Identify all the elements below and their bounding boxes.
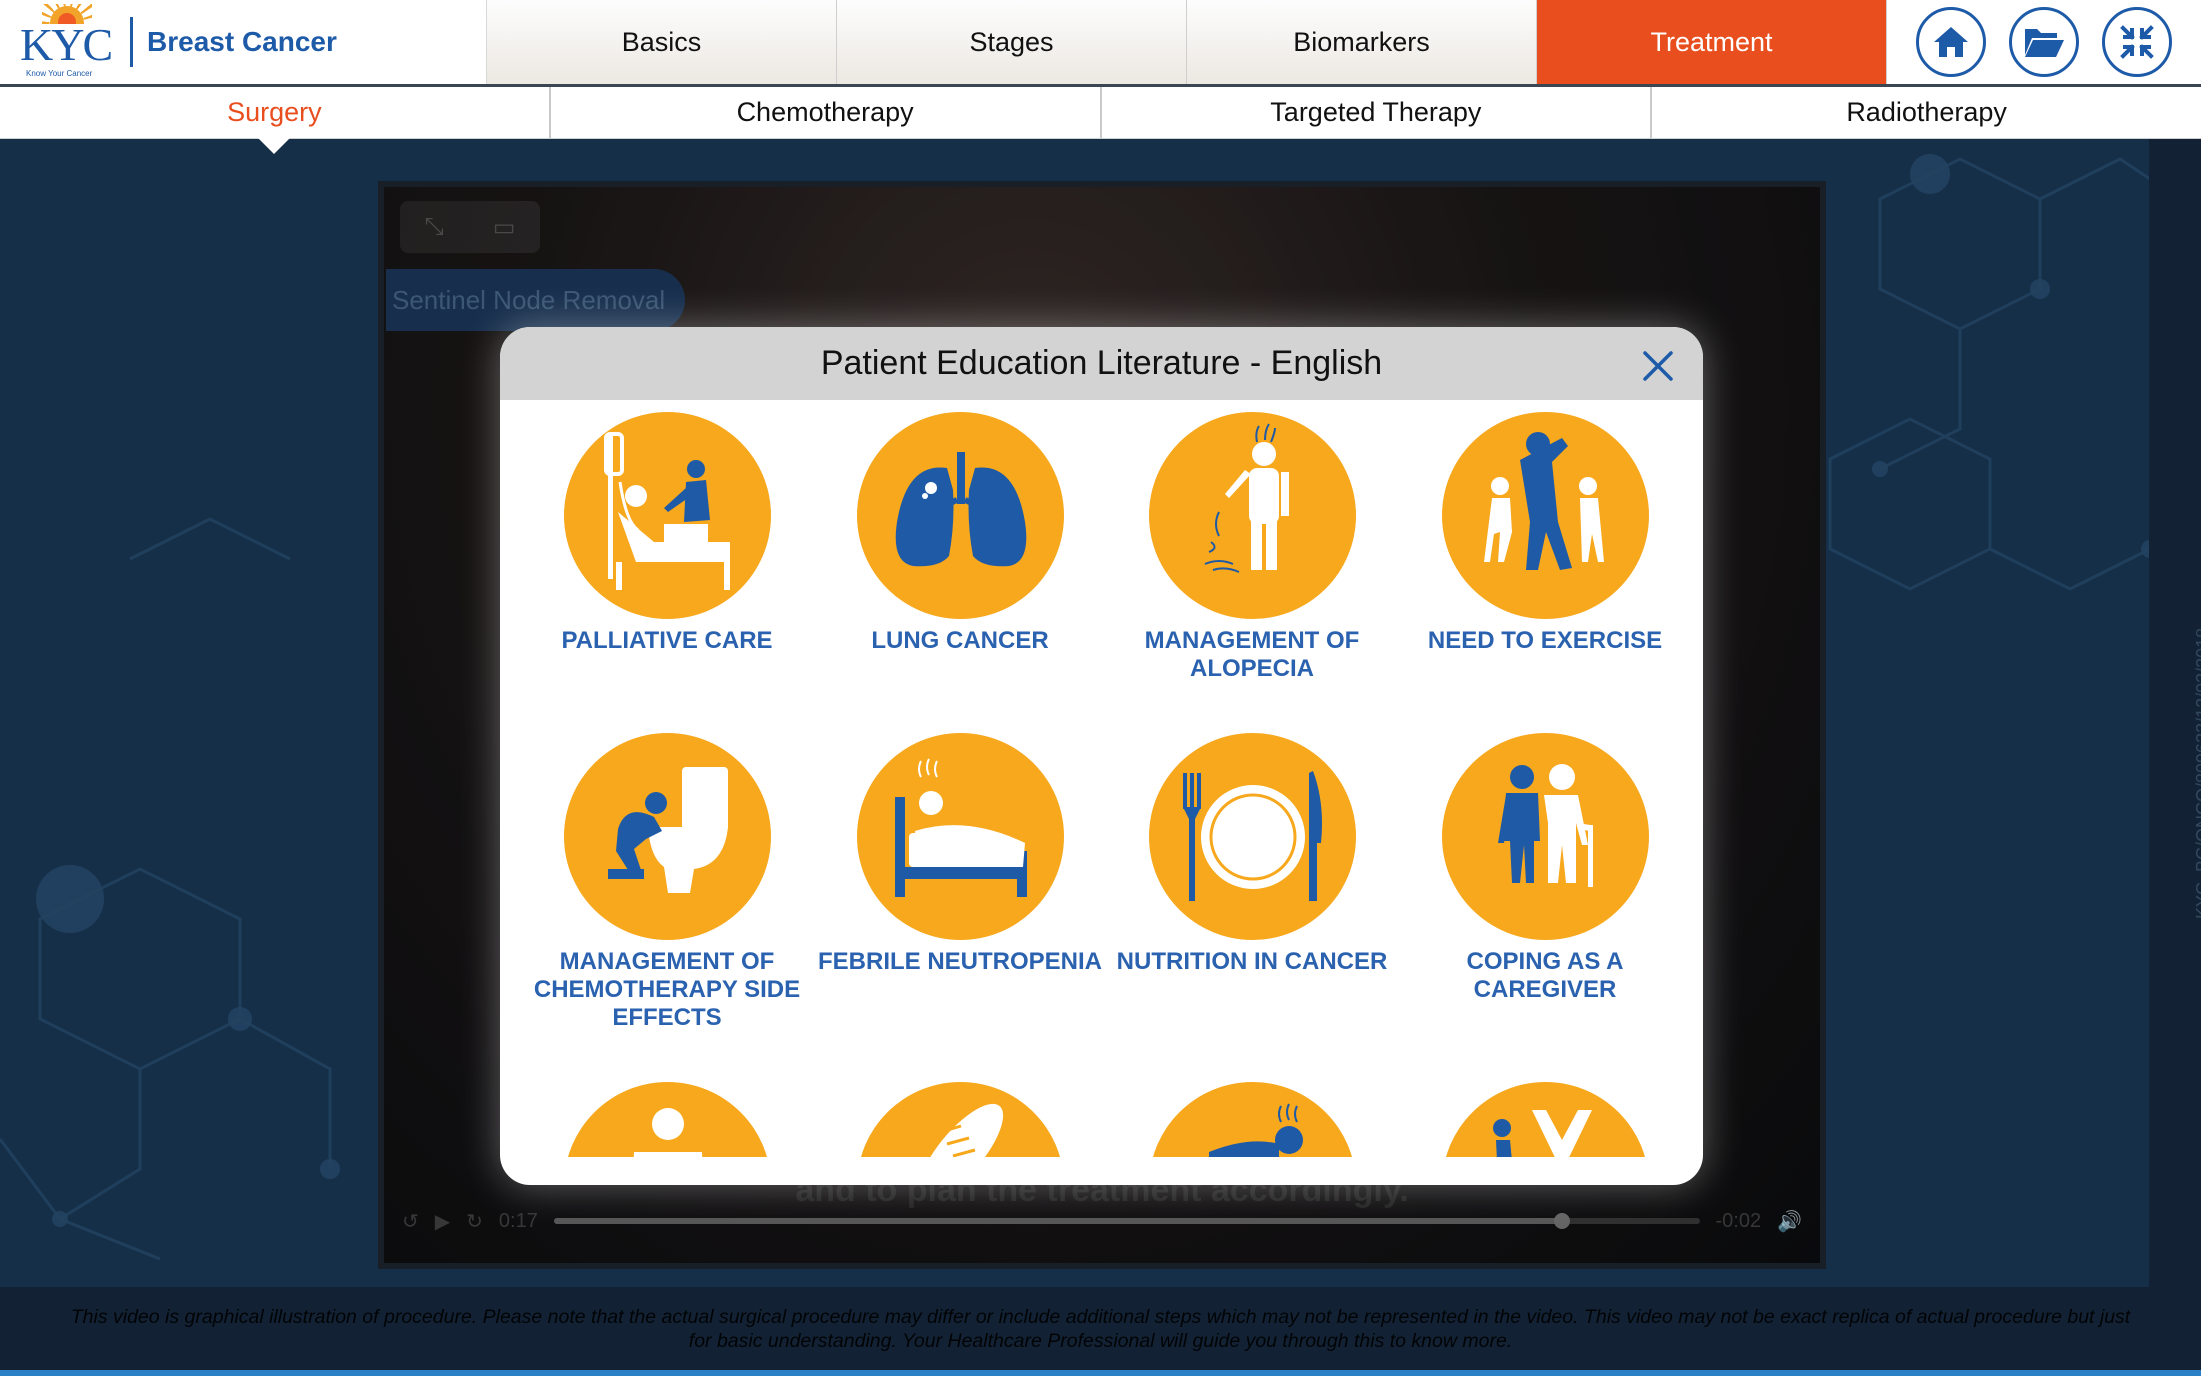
tab-stages[interactable]: Stages [837, 0, 1187, 84]
card-management-of-chemotherapy-side-effects[interactable]: Management of Chemotherapy Side Effects [521, 733, 813, 1032]
card-label: Management of Alopecia [1144, 627, 1360, 682]
card-genetics[interactable] [814, 1082, 1106, 1157]
card-fatigue[interactable] [1106, 1082, 1398, 1157]
lungs-icon [895, 452, 1026, 567]
modal-header: Patient Education Literature - English [500, 327, 1703, 400]
plate-cutlery-icon [1182, 771, 1322, 901]
collapse-icon [2120, 25, 2154, 59]
card-palliative-care[interactable]: Palliative Care [521, 412, 813, 655]
card-label: Febrile Neutropenia [817, 948, 1102, 975]
modal-scroll-area[interactable]: Palliative Care Lung Cancer [500, 400, 1703, 1157]
disclaimer-bar: This video is graphical illustration of … [0, 1287, 2201, 1370]
brand: KYC Know Your Cancer Breast Cancer [0, 0, 487, 84]
card-awareness[interactable] [1399, 1082, 1691, 1157]
card-need-to-exercise[interactable]: Need to Exercise [1399, 412, 1691, 655]
subtab-radiotherapy[interactable]: Radiotherapy [1652, 87, 2201, 138]
subtab-chemotherapy[interactable]: Chemotherapy [551, 87, 1102, 138]
card-pain-management[interactable] [521, 1082, 813, 1157]
tab-biomarkers[interactable]: Biomarkers [1187, 0, 1537, 84]
card-label: Lung Cancer [871, 627, 1049, 654]
header-icon-group [1887, 0, 2201, 84]
card-febrile-neutropenia[interactable]: Febrile Neutropenia [814, 733, 1106, 976]
dna-icon [918, 1103, 1003, 1157]
subtab-surgery[interactable]: Surgery [0, 87, 551, 138]
sub-tabs: Surgery Chemotherapy Targeted Therapy Ra… [0, 87, 2201, 139]
app-title: Breast Cancer [147, 26, 337, 57]
close-icon[interactable] [1641, 349, 1675, 383]
card-label: Need to Exercise [1427, 627, 1663, 654]
literature-modal: Patient Education Literature - English P… [500, 327, 1703, 1185]
card-coping-as-a-caregiver[interactable]: Coping as a Caregiver [1399, 733, 1691, 1004]
app-header: KYC Know Your Cancer Breast Cancer Basic… [0, 0, 2201, 87]
main-tabs: Basics Stages Biomarkers Treatment [487, 0, 1887, 84]
ribbon-icon [1492, 1110, 1592, 1157]
tab-basics[interactable]: Basics [487, 0, 837, 84]
home-button[interactable] [1916, 7, 1986, 77]
folder-button[interactable] [2009, 7, 2079, 77]
palliative-care-icon [603, 432, 730, 590]
home-icon [1934, 27, 1968, 57]
card-lung-cancer[interactable]: Lung Cancer [814, 412, 1106, 655]
kyc-logo: KYC Know Your Cancer [20, 4, 113, 80]
tab-treatment[interactable]: Treatment [1537, 0, 1887, 84]
caregiver-icon [1497, 764, 1593, 887]
card-label: Nutrition in Cancer [1116, 948, 1388, 975]
modal-title: Patient Education Literature - English [820, 344, 1383, 382]
fever-bed-icon [894, 758, 1027, 897]
card-label: Management of Chemotherapy Side Effects [533, 948, 801, 1031]
folder-open-icon [2025, 29, 2064, 57]
person-pain-icon [633, 1108, 702, 1157]
vomiting-icon [607, 767, 728, 893]
exercise-icon [1483, 432, 1604, 570]
card-label: Palliative Care [561, 627, 773, 654]
fatigue-icon [1208, 1103, 1303, 1157]
collapse-button[interactable] [2102, 7, 2172, 77]
subtab-targeted-therapy[interactable]: Targeted Therapy [1102, 87, 1653, 138]
card-label: Coping as a Caregiver [1466, 948, 1624, 1003]
card-nutrition-in-cancer[interactable]: Nutrition in Cancer [1106, 733, 1398, 976]
hair-loss-icon [1204, 423, 1289, 573]
bottom-strip [0, 1370, 2201, 1376]
card-management-of-alopecia[interactable]: Management of Alopecia [1106, 412, 1398, 683]
disclaimer-text: This video is graphical illustration of … [70, 1305, 2131, 1352]
